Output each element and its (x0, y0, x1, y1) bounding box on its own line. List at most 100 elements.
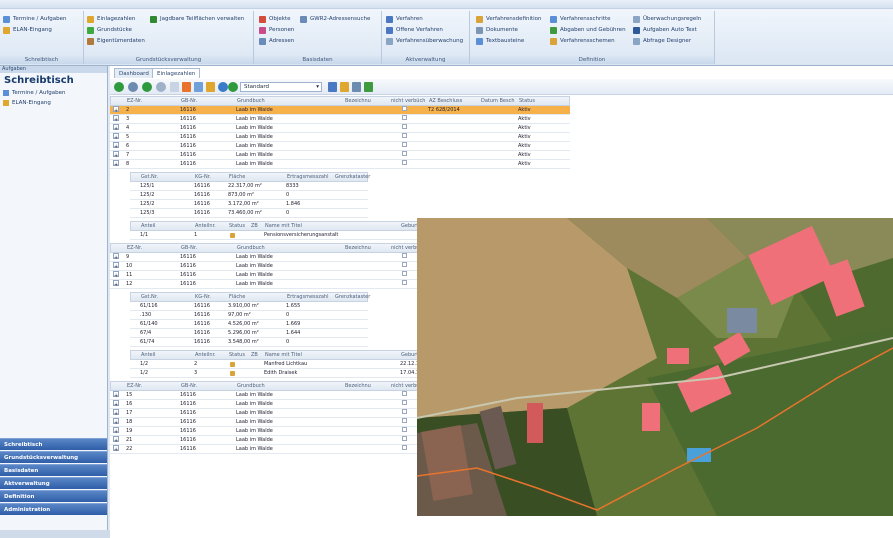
table-row[interactable]: +5 16116 Laab im Walde Aktiv (110, 133, 570, 142)
sub-table-row[interactable]: 125/2 16116 873,00 m² 0 (130, 191, 368, 200)
nicht-verbuecht-checkbox[interactable] (402, 400, 407, 405)
excel-icon[interactable] (364, 82, 373, 92)
nicht-verbuecht-checkbox[interactable] (402, 151, 407, 156)
nicht-verbuecht-checkbox[interactable] (402, 391, 407, 396)
owner-row[interactable]: 1/2 2 Manfred Lichtkau 22.12.1 (130, 360, 430, 369)
expand-toggle[interactable]: + (113, 418, 119, 426)
nicht-verbuecht-checkbox[interactable] (402, 253, 407, 258)
sub-table-row[interactable]: 125/3 16116 73.460,00 m² 0 (130, 209, 368, 218)
table-row[interactable]: +8 16116 Laab im Walde Aktiv (110, 160, 570, 169)
expand-toggle[interactable]: + (113, 271, 119, 279)
ribbon-objekte-button[interactable]: Objekte (259, 15, 290, 24)
sub-table-row[interactable]: .130 16116 97,00 m² 0 (130, 311, 368, 320)
expand-toggle[interactable]: + (113, 409, 119, 417)
table-row[interactable]: +2 16116 Laab im Walde T2 628/2014 Aktiv (110, 106, 570, 115)
table-row[interactable]: +6 16116 Laab im Walde Aktiv (110, 142, 570, 151)
edit-icon[interactable] (128, 82, 138, 92)
save-icon[interactable] (328, 82, 337, 92)
nav-item-termine[interactable]: Termine / Aufgaben (0, 88, 107, 98)
view-select[interactable]: Standard ▾ (240, 82, 322, 92)
nicht-verbuecht-checkbox[interactable] (402, 280, 407, 285)
nicht-verbuecht-checkbox[interactable] (402, 418, 407, 423)
expand-toggle[interactable]: + (113, 133, 119, 141)
ribbon-schemen-button[interactable]: Verfahrensschemen (550, 37, 615, 46)
sub-table-row[interactable]: 61/140 16116 4.526,00 m² 1.669 (130, 320, 368, 329)
filter-icon[interactable] (156, 82, 166, 92)
ribbon-ueberwachung-button[interactable]: Verfahrensüberwachung (386, 37, 463, 46)
print-icon[interactable] (194, 82, 203, 92)
nicht-verbuecht-checkbox[interactable] (402, 409, 407, 414)
expand-toggle[interactable]: + (113, 445, 119, 453)
nicht-verbuecht-checkbox[interactable] (402, 142, 407, 147)
expand-toggle[interactable]: + (113, 124, 119, 132)
sub-table-row[interactable]: 61/116 16116 3.910,00 m² 1.655 (130, 302, 368, 311)
open-icon[interactable] (340, 82, 349, 92)
ribbon-verfahrensschritte-button[interactable]: Verfahrensschritte (550, 15, 611, 24)
ribbon-offene-button[interactable]: Offene Verfahren (386, 26, 443, 35)
table-row[interactable]: +7 16116 Laab im Walde Aktiv (110, 151, 570, 160)
nicht-verbuecht-checkbox[interactable] (402, 445, 407, 450)
expand-toggle[interactable]: + (113, 391, 119, 399)
nicht-verbuecht-checkbox[interactable] (402, 115, 407, 120)
expand-toggle[interactable]: + (113, 427, 119, 435)
expand-toggle[interactable]: + (113, 160, 119, 168)
nav-button-grundstueck[interactable]: Grundstücksverwaltung (0, 451, 107, 463)
add-icon[interactable] (114, 82, 124, 92)
report-icon[interactable] (182, 82, 191, 92)
nav-item-elan[interactable]: ELAN-Eingang (0, 98, 107, 108)
nicht-verbuecht-checkbox[interactable] (402, 124, 407, 129)
expand-toggle[interactable]: + (113, 400, 119, 408)
nicht-verbuecht-checkbox[interactable] (402, 427, 407, 432)
nicht-verbuecht-checkbox[interactable] (402, 271, 407, 276)
nav-button-admin[interactable]: Administration (0, 503, 107, 515)
table-row[interactable]: +3 16116 Laab im Walde Aktiv (110, 115, 570, 124)
nicht-verbuecht-checkbox[interactable] (402, 160, 407, 165)
ribbon-einlagezahlen-button[interactable]: Einlagezahlen (87, 15, 135, 24)
owner-row[interactable]: 1/2 3 Edith Draisek 17.04.1 (130, 369, 430, 378)
ribbon-verfahrensdef-button[interactable]: Verfahrensdefinition (476, 15, 542, 24)
expand-toggle[interactable]: + (113, 253, 119, 261)
ribbon-elan-button[interactable]: ELAN-Eingang (3, 26, 52, 35)
expand-toggle[interactable]: + (113, 115, 119, 123)
sub-table-row[interactable]: 67/4 16116 5.296,00 m² 1.644 (130, 329, 368, 338)
nav-button-definition[interactable]: Definition (0, 490, 107, 502)
table-row[interactable]: +4 16116 Laab im Walde Aktiv (110, 124, 570, 133)
tab-einlagezahlen[interactable]: Einlagezahlen (152, 68, 201, 78)
ribbon-dokumente-button[interactable]: Dokumente (476, 26, 518, 35)
columns-icon[interactable] (170, 82, 179, 92)
ribbon-termine-button[interactable]: Termine / Aufgaben (3, 15, 67, 24)
ribbon-eigentuemer-button[interactable]: Eigentümerdaten (87, 37, 145, 46)
expand-toggle[interactable]: + (113, 262, 119, 270)
ribbon-personen-button[interactable]: Personen (259, 26, 294, 35)
delete-icon[interactable] (352, 82, 361, 92)
nav-button-schreibtisch[interactable]: Schreibtisch (0, 438, 107, 450)
nav-button-basisdaten[interactable]: Basisdaten (0, 464, 107, 476)
expand-toggle[interactable]: + (113, 106, 119, 114)
export-icon[interactable] (206, 82, 215, 92)
expand-toggle[interactable]: + (113, 436, 119, 444)
nicht-verbuecht-checkbox[interactable] (402, 106, 407, 111)
nicht-verbuecht-checkbox[interactable] (402, 262, 407, 267)
ribbon-abfrage-button[interactable]: Abfrage Designer (633, 37, 691, 46)
ribbon-regeln-button[interactable]: Überwachungsregeln (633, 15, 701, 24)
ribbon-textbausteine-button[interactable]: Textbausteine (476, 37, 524, 46)
expand-toggle[interactable]: + (113, 142, 119, 150)
nav-button-akt[interactable]: Aktverwaltung (0, 477, 107, 489)
ribbon-grundstuecke-button[interactable]: Grundstücke (87, 26, 132, 35)
expand-toggle[interactable]: + (113, 280, 119, 288)
nicht-verbuecht-checkbox[interactable] (402, 436, 407, 441)
sub-table-row[interactable]: 125/1 16116 22.317,00 m² 8333 (130, 182, 368, 191)
ribbon-verfahren-button[interactable]: Verfahren (386, 15, 423, 24)
sub-table-row[interactable]: 125/2 16116 3.172,00 m² 1.846 (130, 200, 368, 209)
globe-icon[interactable] (218, 82, 228, 92)
refresh-icon[interactable] (142, 82, 152, 92)
ribbon-abgaben-button[interactable]: Abgaben und Gebühren (550, 26, 626, 35)
ribbon-gwr-button[interactable]: GWR2-Adressensuche (300, 15, 370, 24)
sub-table-row[interactable]: 61/74 16116 3.548,00 m² 0 (130, 338, 368, 347)
ribbon-adressen-button[interactable]: Adressen (259, 37, 294, 46)
ribbon-jagd-button[interactable]: Jagdbare Teilflächen verwalten (150, 15, 244, 24)
map-icon[interactable] (228, 82, 238, 92)
owner-row[interactable]: 1/1 1 Pensionsversicherungsanstalt (130, 231, 430, 240)
tab-dashboard[interactable]: Dashboard (114, 68, 154, 78)
nicht-verbuecht-checkbox[interactable] (402, 133, 407, 138)
